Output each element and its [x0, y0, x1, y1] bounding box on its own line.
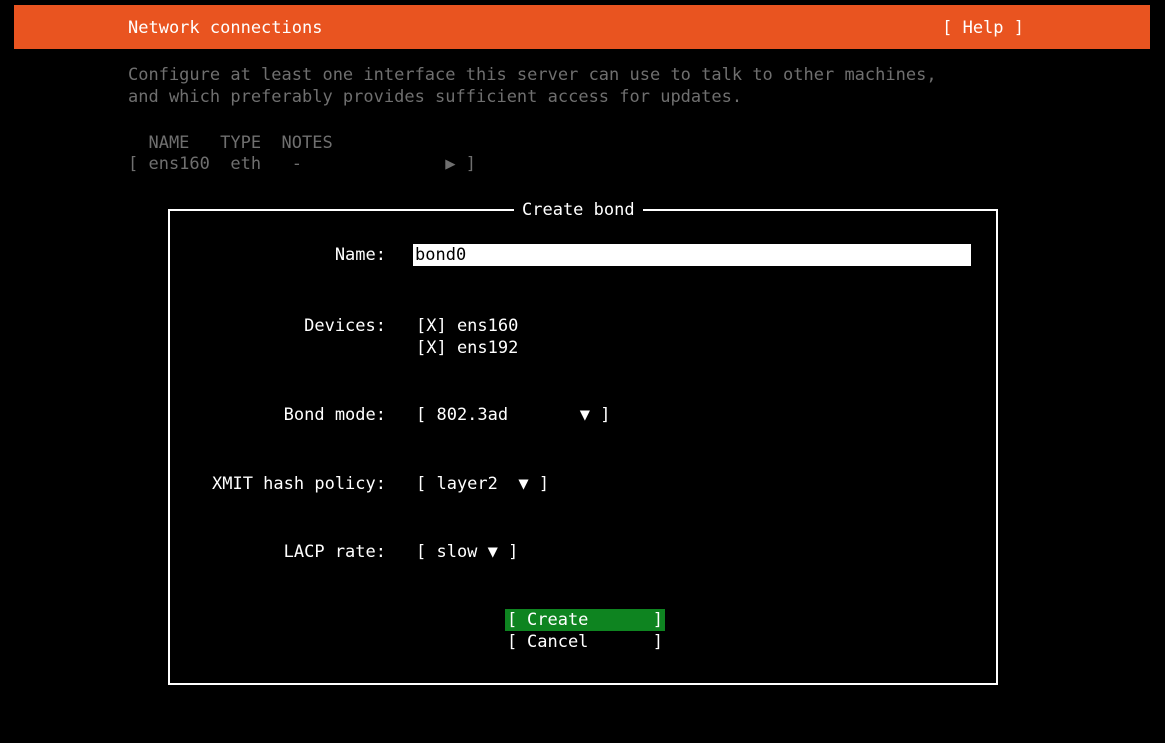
create-button-label: Create — [527, 610, 589, 630]
cancel-button-right-bracket: ] — [652, 632, 663, 652]
lacp-rate-select[interactable]: [ slow ▼ ] — [416, 541, 518, 563]
lacp-rate-label: LACP rate: — [283, 542, 386, 562]
cancel-button[interactable]: [ Cancel ] — [505, 631, 665, 653]
page-title: Network connections — [128, 18, 323, 38]
device-checkbox-ens192[interactable]: [X] ens192 — [416, 337, 518, 359]
name-label: Name: — [334, 245, 386, 265]
devices-label: Devices: — [304, 316, 386, 336]
dialog-title: Create bond — [514, 198, 643, 222]
description: Configure at least one interface this se… — [128, 64, 937, 108]
xmit-hash-policy-select[interactable]: [ layer2 ▼ ] — [416, 473, 549, 495]
cancel-button-label: Cancel — [527, 632, 589, 652]
description-line-1: Configure at least one interface this se… — [128, 65, 937, 85]
cancel-button-left-bracket: [ — [507, 632, 518, 652]
bond-mode-select[interactable]: [ 802.3ad ▼ ] — [416, 404, 610, 426]
name-input[interactable] — [413, 244, 971, 266]
header-bar: Network connections [ Help ] — [14, 5, 1150, 49]
interface-row-ens160: [ ens160 eth - ▶ ] — [128, 154, 476, 174]
bond-mode-label: Bond mode: — [283, 405, 386, 425]
create-button-left-bracket: [ — [507, 610, 518, 630]
create-button[interactable]: [ Create ] — [505, 609, 665, 631]
description-line-2: and which preferably provides sufficient… — [128, 87, 743, 107]
create-bond-dialog: Create bond Name: Devices: [X] ens160 [X… — [168, 198, 998, 685]
interface-table-header: NAME TYPE NOTES — [128, 133, 333, 153]
device-checkbox-ens160[interactable]: [X] ens160 — [416, 315, 518, 337]
xmit-hash-policy-label: XMIT hash policy: — [212, 474, 386, 494]
create-button-right-bracket: ] — [652, 610, 663, 630]
help-button[interactable]: [ Help ] — [942, 18, 1024, 38]
